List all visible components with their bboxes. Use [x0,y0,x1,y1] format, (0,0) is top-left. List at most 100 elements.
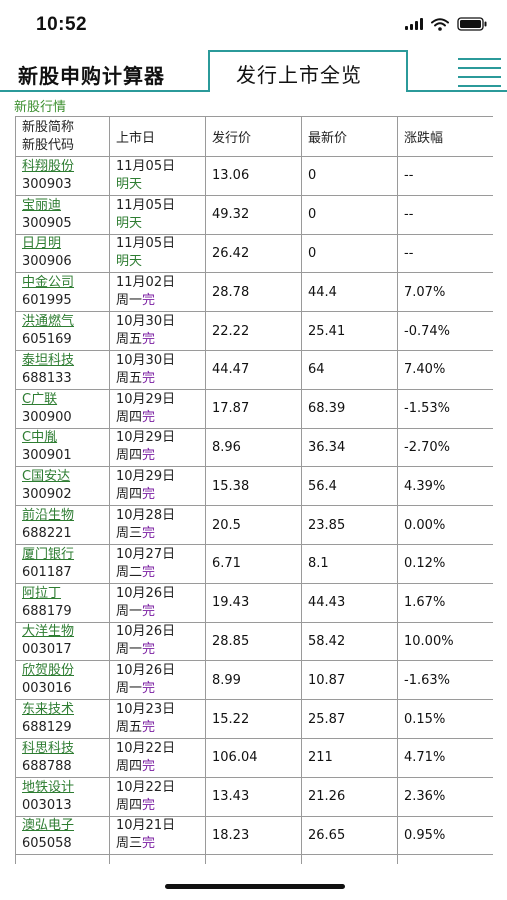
stock-name-link[interactable]: 欣贺股份 [22,662,109,680]
stock-name-link[interactable]: 阿拉丁 [22,585,109,603]
list-date: 10月23日 [116,702,176,718]
cell-list-date: 11月05日 明天 [109,194,206,235]
cell-issue-price: 19.43 [205,582,302,623]
stock-code: 003013 [22,797,72,813]
cell-stock: 科思科技 688788 [15,737,110,778]
stock-name-link[interactable]: 宝丽迪 [22,197,109,215]
table-row[interactable]: 洪通燃气 605169 10月30日 周五完 22.22 25.41 -0.74% [15,311,493,351]
table-row[interactable]: 厦门银行 601187 10月27日 周二完 6.71 8.1 0.12% [15,543,493,584]
stock-code: 300901 [22,448,72,464]
header-list-date: 上市日 [109,116,206,157]
list-day: 周四完 [116,486,205,504]
stock-name-link[interactable]: 泰坦科技 [22,352,109,370]
table-row[interactable]: 东来技术 688129 10月23日 周五完 15.22 25.87 0.15% [15,699,493,739]
stock-name-link[interactable]: 科翔股份 [22,158,109,176]
cell-issue-price: 49.32 [205,194,302,235]
listed-done-mark: 完 [142,603,156,619]
home-indicator [165,884,345,889]
list-day: 周一完 [116,603,205,621]
list-day: 周五完 [116,370,205,388]
stock-name-link[interactable]: C国安达 [22,468,109,486]
list-day: 周四完 [116,447,205,465]
stock-name-link[interactable]: C中胤 [22,429,109,447]
cell-list-date: 10月29日 周四完 [109,466,206,507]
cell-list-date: 10月30日 周五完 [109,311,206,351]
stock-name-link[interactable]: 地铁设计 [22,779,109,797]
status-icons [405,17,487,31]
table-row[interactable]: 泰坦科技 688133 10月30日 周五完 44.47 64 7.40% [15,349,493,390]
listed-done-mark: 完 [142,487,156,503]
tab-calculator[interactable]: 新股申购计算器 [18,60,165,89]
table-row[interactable]: 阿拉丁 688179 10月26日 周一完 19.43 44.43 1.67% [15,582,493,623]
stock-name-link[interactable]: 大洋生物 [22,623,109,641]
cell-latest-price: 211 [301,737,398,778]
table-row[interactable]: 科翔股份 300903 11月05日 明天 13.06 0 -- [15,156,493,196]
list-date: 10月21日 [116,818,176,834]
table-row[interactable]: 地铁设计 003013 10月22日 周四完 13.43 21.26 2.36% [15,776,493,817]
cell-change: -- [397,233,493,274]
cell-stock: 欣贺股份 003016 [15,660,110,701]
cell-stock: 日月明 300906 [15,233,110,274]
table-row[interactable]: 宝丽迪 300905 11月05日 明天 49.32 0 -- [15,194,493,235]
cell-latest-price: 0 [301,233,398,274]
list-date: 11月05日 [116,236,176,252]
cell-change: 10.00% [397,621,493,662]
cell-list-date: 10月23日 周五完 [109,699,206,739]
listed-done-mark: 完 [142,409,156,425]
stock-name-link[interactable]: 前沿生物 [22,507,109,525]
list-date: 10月29日 [116,391,176,407]
cell-issue-price: 28.78 [205,272,302,313]
stock-name-link[interactable]: 中金公司 [22,274,109,292]
cell-stock: 泰坦科技 688133 [15,349,110,390]
list-day: 周一完 [116,292,205,310]
tab-overview[interactable]: 发行上市全览 [208,50,408,92]
cell-issue-price: 17.87 [205,388,302,429]
table-row[interactable]: C广联 300900 10月29日 周四完 17.87 68.39 -1.53% [15,388,493,429]
listed-done-mark: 完 [142,370,156,386]
table-row[interactable]: 前沿生物 688221 10月28日 周三完 20.5 23.85 0.00% [15,505,493,545]
list-day-label: 周四 [116,448,143,464]
table-row[interactable]: 大洋生物 003017 10月26日 周一完 28.85 58.42 10.00% [15,621,493,662]
cell-change: 2.36% [397,776,493,817]
stock-name-link[interactable]: 日月明 [22,235,109,253]
cell-list-date: 10月21日 周三完 [109,815,206,856]
cell-issue-price: 6.71 [205,543,302,584]
stock-name-link[interactable]: 洪通燃气 [22,313,109,331]
cell-latest-price: 0 [301,156,398,196]
table-row[interactable]: C国安达 300902 10月29日 周四完 15.38 56.4 4.39% [15,466,493,507]
tab-bar: 新股申购计算器 发行上市全览 [0,48,507,94]
listed-done-mark: 完 [142,836,156,852]
table-row[interactable]: 日月明 300906 11月05日 明天 26.42 0 -- [15,233,493,274]
cell-list-date: 10月26日 周一完 [109,621,206,662]
header-name-line2: 新股代码 [22,137,75,153]
table-row[interactable]: 澳弘电子 605058 10月21日 周三完 18.23 26.65 0.95% [15,815,493,856]
cell-latest-price: 56.4 [301,466,398,507]
table-row[interactable]: 科思科技 688788 10月22日 周四完 106.04 211 4.71% [15,737,493,778]
listed-done-mark: 完 [142,526,156,542]
stock-name-link[interactable]: C广联 [22,391,109,409]
cell-stock: C国安达 300902 [15,466,110,507]
cellular-signal-icon [405,18,423,30]
stock-name-link[interactable]: 澳弘电子 [22,817,109,835]
ipo-table-container[interactable]: 新股简称 新股代码 上市日 发行价 最新价 涨跌幅 科翔股份 300903 11月0… [15,116,493,864]
header-name-line1: 新股简称 [22,119,75,135]
stock-code: 688129 [22,720,72,736]
stock-name-link[interactable]: 科思科技 [22,740,109,758]
table-row[interactable]: 中金公司 601995 11月02日 周一完 28.78 44.4 7.07% [15,272,493,313]
stock-name-link[interactable]: 厦门银行 [22,546,109,564]
table-row[interactable]: 欣贺股份 003016 10月26日 周一完 8.99 10.87 -1.63% [15,660,493,701]
cell-list-date: 11月02日 周一完 [109,272,206,313]
cell-latest-price: 58.42 [301,621,398,662]
table-row[interactable]: C中胤 300901 10月29日 周四完 8.96 36.34 -2.70% [15,427,493,468]
cell-change: -- [397,156,493,196]
table-row[interactable] [15,854,493,864]
stock-code: 605169 [22,332,72,348]
cell-issue-price: 13.43 [205,776,302,817]
cell-stock: 宝丽迪 300905 [15,194,110,235]
cell-list-date: 10月22日 周四完 [109,776,206,817]
table-header-row: 新股简称 新股代码 上市日 发行价 最新价 涨跌幅 [15,116,493,157]
cell-change: -0.74% [397,311,493,351]
status-time: 10:52 [36,14,88,35]
stock-name-link[interactable]: 东来技术 [22,701,109,719]
menu-icon[interactable] [458,58,501,87]
